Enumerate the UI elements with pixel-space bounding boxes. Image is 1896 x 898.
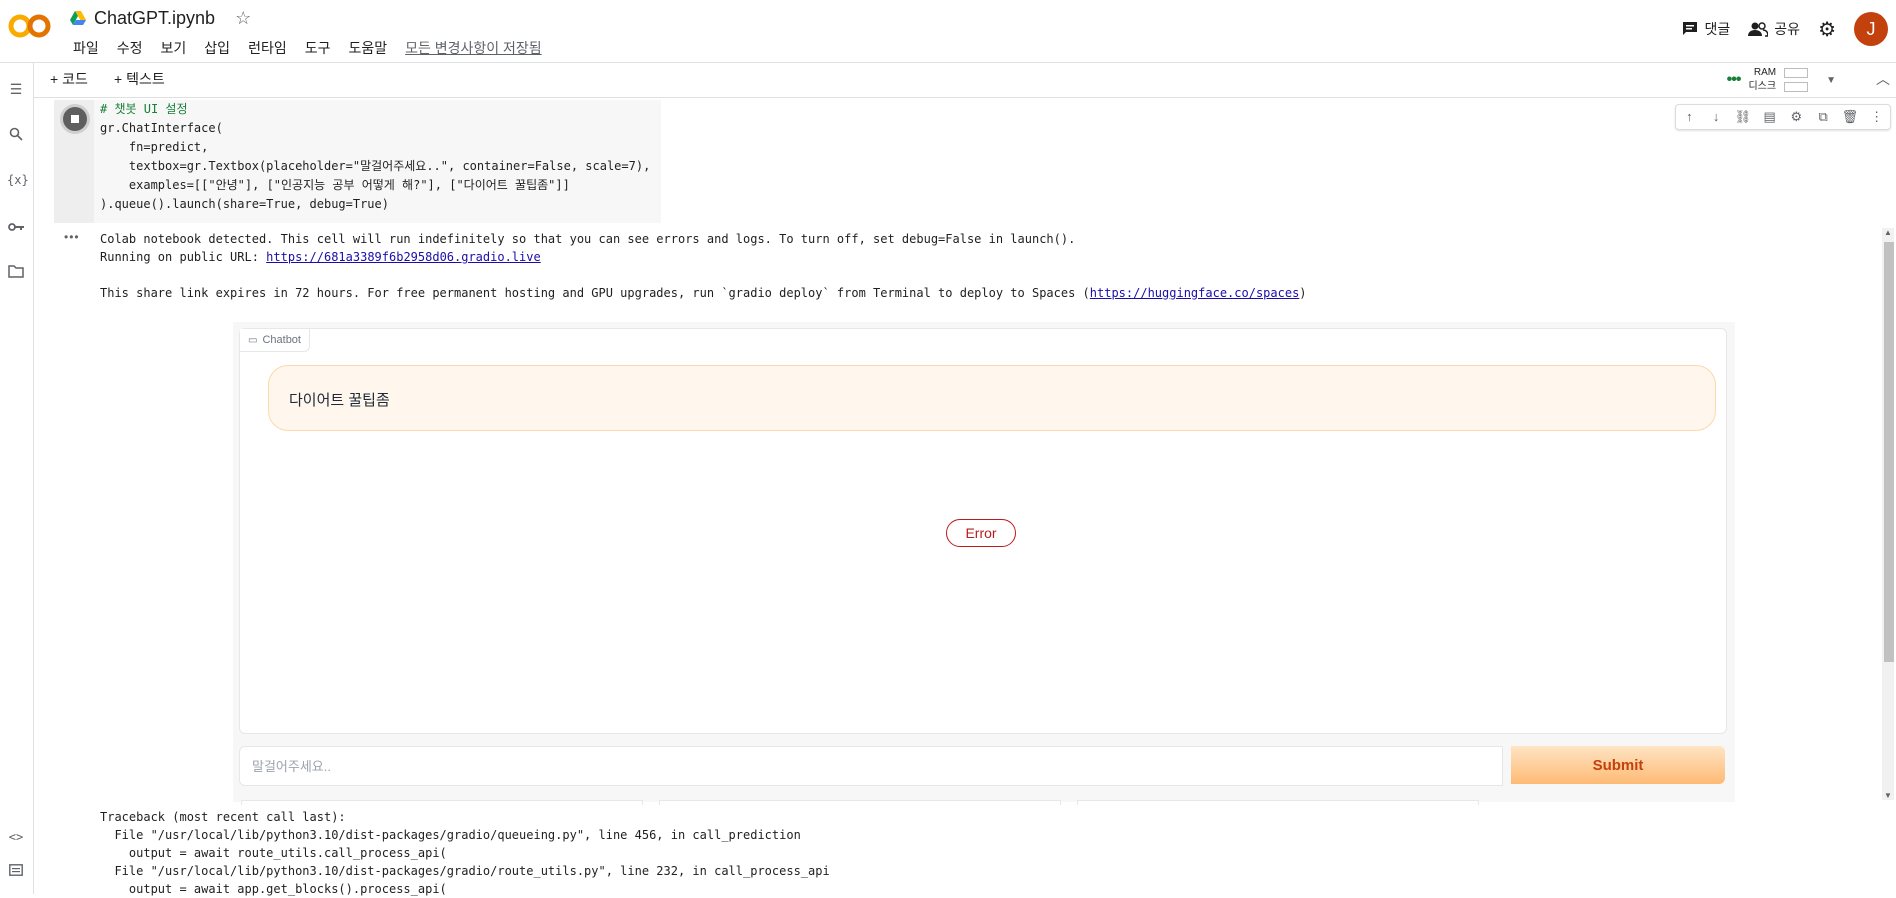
comment-icon[interactable]: ▤ <box>1761 108 1779 126</box>
comment-icon <box>1682 22 1697 35</box>
gear-icon[interactable]: ⚙ <box>1787 108 1805 126</box>
header: ChatGPT.ipynb ☆ 파일 수정 보기 삽입 런타임 도구 도움말 모… <box>0 0 1896 63</box>
resource-bars <box>1784 68 1809 92</box>
avatar[interactable]: J <box>1854 12 1888 46</box>
output-line-suffix: ) <box>1299 286 1307 300</box>
search-icon[interactable] <box>7 127 25 145</box>
scroll-up-icon[interactable]: ▲ <box>1884 228 1892 237</box>
add-text-button[interactable]: + 텍스트 <box>114 69 165 89</box>
table-of-contents-icon[interactable]: ☰ <box>7 81 25 99</box>
traceback-line: File "/usr/local/lib/python3.10/dist-pac… <box>100 828 801 842</box>
example-item[interactable] <box>659 800 1061 805</box>
share-label: 공유 <box>1774 21 1801 37</box>
traceback-line: output = await route_utils.call_process_… <box>100 846 447 860</box>
gear-icon: ⚙ <box>1818 18 1836 41</box>
link-icon[interactable]: ⛓ <box>1734 108 1752 126</box>
code-cell[interactable]: # 챗봇 UI 설정 gr.ChatInterface( fn=predict,… <box>54 100 661 223</box>
menubar: 파일 수정 보기 삽입 런타임 도구 도움말 모든 변경사항이 저장됨 <box>64 36 551 60</box>
share-button[interactable]: 공유 <box>1748 19 1800 39</box>
chatbot-label: ▭ Chatbot <box>240 329 310 352</box>
chatbot-panel: ▭ Chatbot 다이어트 꿀팁좀 Error <box>239 328 1727 734</box>
error-badge: Error <box>946 519 1016 547</box>
settings-button[interactable]: ⚙ <box>1818 17 1836 42</box>
output-menu-icon[interactable]: ••• <box>64 230 80 244</box>
code-line: textbox=gr.Textbox(placeholder="말걸어주세요..… <box>100 159 651 173</box>
traceback-line: File "/usr/local/lib/python3.10/dist-pac… <box>100 864 830 878</box>
menu-view[interactable]: 보기 <box>152 36 196 60</box>
stop-run-button[interactable] <box>63 107 87 131</box>
ram-bar <box>1784 68 1809 78</box>
traceback-line: Traceback (most recent call last): <box>100 810 346 824</box>
code-line: ).queue().launch(share=True, debug=True) <box>100 197 389 211</box>
code-line: examples=[["안녕"], ["인공지능 공부 어떻게 해?"], ["… <box>100 178 570 192</box>
disk-label: 디스크 <box>1748 81 1777 92</box>
menu-insert[interactable]: 삽입 <box>195 36 239 60</box>
message-input[interactable] <box>250 747 1484 785</box>
output-scrollbar[interactable]: ▲ ▼ <box>1882 228 1894 800</box>
output-line-prefix: This share link expires in 72 hours. For… <box>100 286 1090 300</box>
user-message-text: 다이어트 꿀팁좀 <box>289 392 390 409</box>
variables-icon[interactable]: {x} <box>7 173 29 191</box>
notebook-toolbar: + 코드 + 텍스트 ••• RAM 디스크 ▼ ︿ <box>34 63 1896 98</box>
menu-file[interactable]: 파일 <box>64 36 108 60</box>
arrow-down-icon[interactable]: ↓ <box>1707 108 1725 126</box>
scrollbar-thumb[interactable] <box>1884 242 1894 662</box>
title-row: ChatGPT.ipynb ☆ <box>70 6 251 30</box>
header-actions: 댓글 공유 ⚙ J <box>1681 10 1896 48</box>
arrow-up-icon[interactable]: ↑ <box>1680 108 1698 126</box>
cell-toolbar: ↑ ↓ ⛓ ▤ ⚙ ⧉ 🗑 ⋮ <box>1675 104 1891 130</box>
code-line: gr.ChatInterface( <box>100 121 223 135</box>
example-item[interactable] <box>1077 800 1479 805</box>
submit-button[interactable]: Submit <box>1511 746 1725 784</box>
gradio-public-link[interactable]: https://681a3389f6b2958d06.gradio.live <box>266 250 541 264</box>
chatbot-label-text: Chatbot <box>262 334 301 346</box>
cell-gutter <box>54 100 94 223</box>
scroll-down-icon[interactable]: ▼ <box>1884 791 1892 800</box>
add-code-button[interactable]: + 코드 <box>50 69 88 89</box>
disk-bar <box>1784 82 1809 92</box>
menu-help[interactable]: 도움말 <box>339 36 396 60</box>
menu-edit[interactable]: 수정 <box>108 36 152 60</box>
huggingface-spaces-link[interactable]: https://huggingface.co/spaces <box>1090 286 1300 300</box>
output-line: Colab notebook detected. This cell will … <box>100 232 1076 246</box>
example-item[interactable] <box>241 800 643 805</box>
chat-bubble-icon: ▭ <box>248 334 258 346</box>
folder-icon[interactable] <box>7 265 25 283</box>
mirror-cell-icon[interactable]: ⧉ <box>1814 108 1832 126</box>
terminal-icon[interactable] <box>7 863 25 881</box>
code-snippets-icon[interactable]: <> <box>7 830 25 848</box>
message-input-container <box>239 746 1503 786</box>
traceback-output: Traceback (most recent call last): File … <box>100 808 830 898</box>
saved-status[interactable]: 모든 변경사항이 저장됨 <box>396 36 551 60</box>
code-line: # 챗봇 UI 설정 <box>100 102 188 116</box>
user-message-bubble: 다이어트 꿀팁좀 <box>268 365 1716 431</box>
code-editor[interactable]: # 챗봇 UI 설정 gr.ChatInterface( fn=predict,… <box>100 100 650 214</box>
ram-label: RAM <box>1753 67 1777 78</box>
left-rail: ☰ {x} <> <box>0 63 34 894</box>
dropdown-arrow-icon[interactable]: ▼ <box>1826 75 1836 86</box>
google-drive-icon <box>70 11 86 25</box>
people-icon <box>1748 22 1769 37</box>
more-vert-icon[interactable]: ⋮ <box>1868 108 1886 126</box>
connected-dots-icon: ••• <box>1726 71 1742 88</box>
comment-label: 댓글 <box>1704 21 1731 37</box>
gradio-app: ▭ Chatbot 다이어트 꿀팁좀 Error Submit <box>233 322 1735 805</box>
cell-output: Colab notebook detected. This cell will … <box>100 230 1860 302</box>
menu-runtime[interactable]: 런타임 <box>239 36 296 60</box>
star-icon[interactable]: ☆ <box>235 8 251 29</box>
menu-tools[interactable]: 도구 <box>296 36 340 60</box>
resource-monitor[interactable]: ••• RAM 디스크 ▼ <box>1727 66 1836 94</box>
trash-icon[interactable]: 🗑 <box>1841 108 1859 126</box>
key-icon[interactable] <box>7 219 25 237</box>
resource-labels: RAM 디스크 <box>1748 66 1776 94</box>
collapse-icon[interactable]: ︿ <box>1876 69 1890 89</box>
output-line-prefix: Running on public URL: <box>100 250 267 264</box>
notebook-title[interactable]: ChatGPT.ipynb <box>94 8 215 29</box>
colab-logo[interactable] <box>8 12 52 40</box>
code-line: fn=predict, <box>100 140 209 154</box>
comment-button[interactable]: 댓글 <box>1681 19 1731 39</box>
